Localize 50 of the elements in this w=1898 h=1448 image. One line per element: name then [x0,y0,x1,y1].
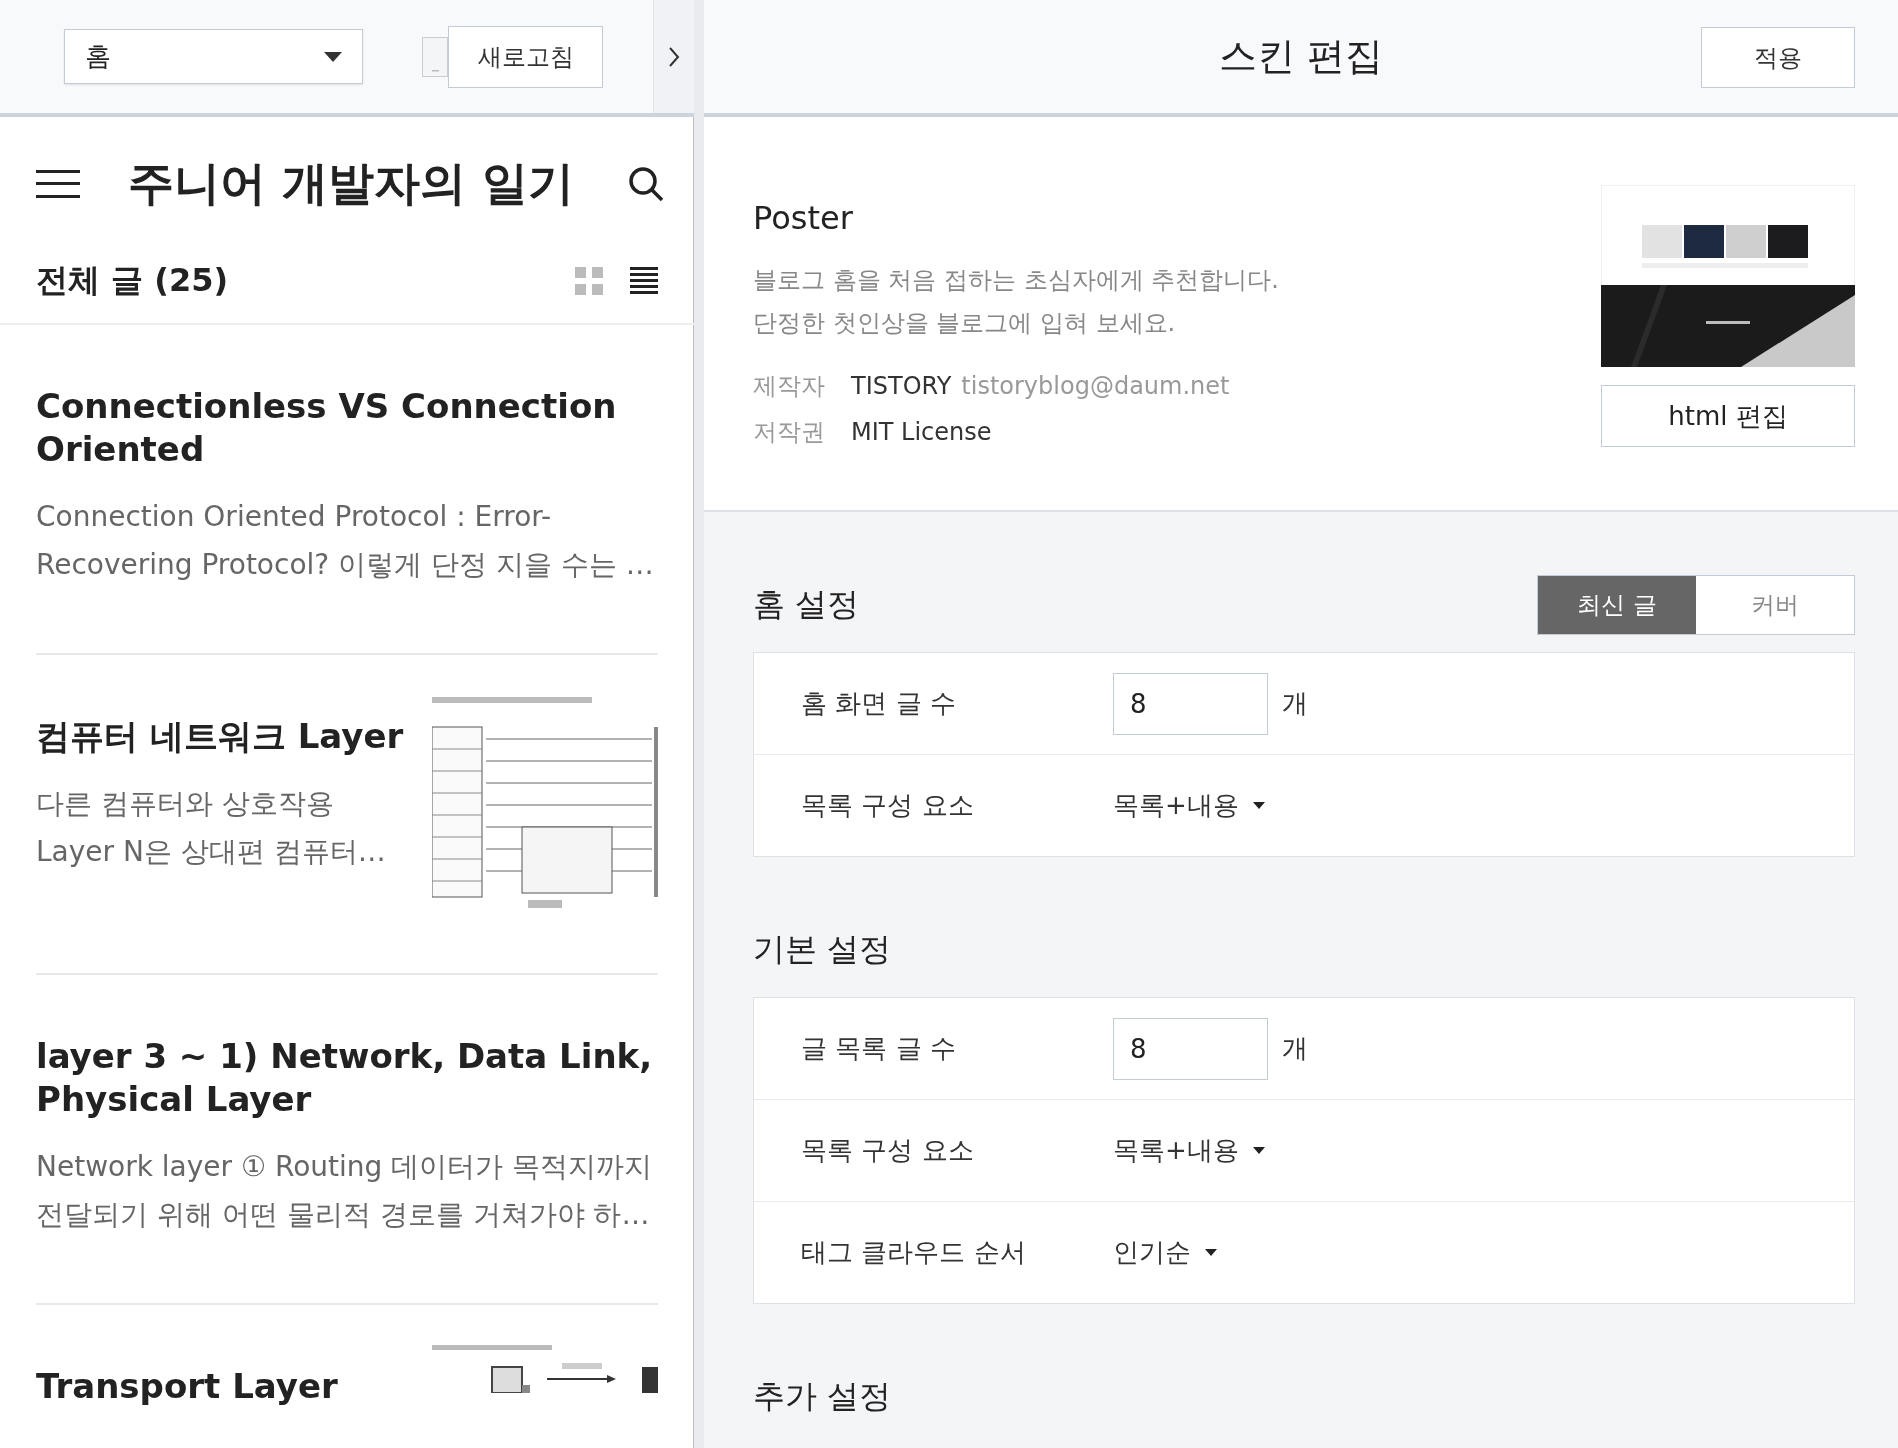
skin-description: 단정한 첫인상을 블로그에 입혀 보세요. [753,308,1177,339]
setting-label: 홈 화면 글 수 [801,687,957,720]
section-title: 추가 설정 [753,1376,892,1417]
meta-value: TISTORY [851,371,952,402]
toggle-option[interactable]: 최신 글 [1538,576,1696,634]
meta-email: tistoryblog@daum.net [961,371,1230,402]
section-title: 홈 설정 [753,584,860,625]
caret-icon [1252,802,1265,809]
dropdown[interactable]: 목록+내용 [1113,1133,1265,1168]
meta-label: 저작권 [753,417,826,448]
dropdown[interactable]: 인기순 [1113,1235,1217,1270]
setting-label: 글 목록 글 수 [801,1032,957,1065]
refresh-button[interactable]: 새로고침 [448,25,603,88]
setting-label: 목록 구성 요소 [801,1134,975,1167]
post-excerpt: 전달되기 위해 어떤 물리적 경로를 거쳐가야 하… [36,1197,651,1233]
post-excerpt: Recovering Protocol? 이렇게 단정 지을 수는 … [36,547,655,583]
list-view-icon[interactable] [630,267,658,295]
section-title: 기본 설정 [753,929,892,970]
number-field[interactable]: 8 [1113,1017,1268,1080]
editor-title: 스킨 편집 [1218,33,1384,80]
unit-label: 개 [1282,687,1308,720]
caret-icon [324,51,342,62]
menu-icon[interactable] [36,170,80,198]
post-title[interactable]: layer 3 ~ 1) Network, Data Link, Physical Layer [36,1035,656,1121]
caret-icon [1252,1147,1265,1154]
post-excerpt: Layer N은 상대편 컴퓨터… [36,834,387,870]
post-title[interactable]: Connectionless VS Connection Oriented [36,385,656,471]
meta-label: 제작자 [753,371,826,402]
post-excerpt: Network layer ① Routing 데이터가 목적지까지 [36,1149,654,1185]
setting-label: 태그 클라우드 순서 [801,1236,1027,1269]
dropdown[interactable]: 목록+내용 [1113,788,1265,823]
post-title[interactable]: 컴퓨터 네트워크 Layer [36,715,428,758]
post-count-heading: 전체 글 (25) [36,260,229,301]
skin-name: Poster [753,199,854,237]
number-field[interactable]: 8 [1113,672,1268,735]
caret-icon [1205,1249,1217,1256]
search-icon[interactable] [628,166,664,202]
post-excerpt: Connection Oriented Protocol : Error- [36,499,553,535]
html-edit-button[interactable]: html 편집 [1601,385,1855,447]
post-title[interactable]: Transport Layer [36,1365,432,1408]
skin-description: 블로그 홈을 처음 접하는 초심자에게 추천합니다. [753,265,1279,296]
page-select[interactable]: 홈 [64,29,363,84]
post-excerpt: 다른 컴퓨터와 상호작용 [36,786,335,822]
chevron-right-icon[interactable] [668,46,680,67]
meta-value: MIT License [851,417,992,448]
apply-button[interactable]: 적용 [1701,27,1855,88]
unit-label: 개 [1282,1032,1308,1065]
setting-label: 목록 구성 요소 [801,789,975,822]
toggle-option[interactable]: 커버 [1696,576,1854,634]
blog-title[interactable]: 주니어 개발자의 일기 [128,153,628,215]
